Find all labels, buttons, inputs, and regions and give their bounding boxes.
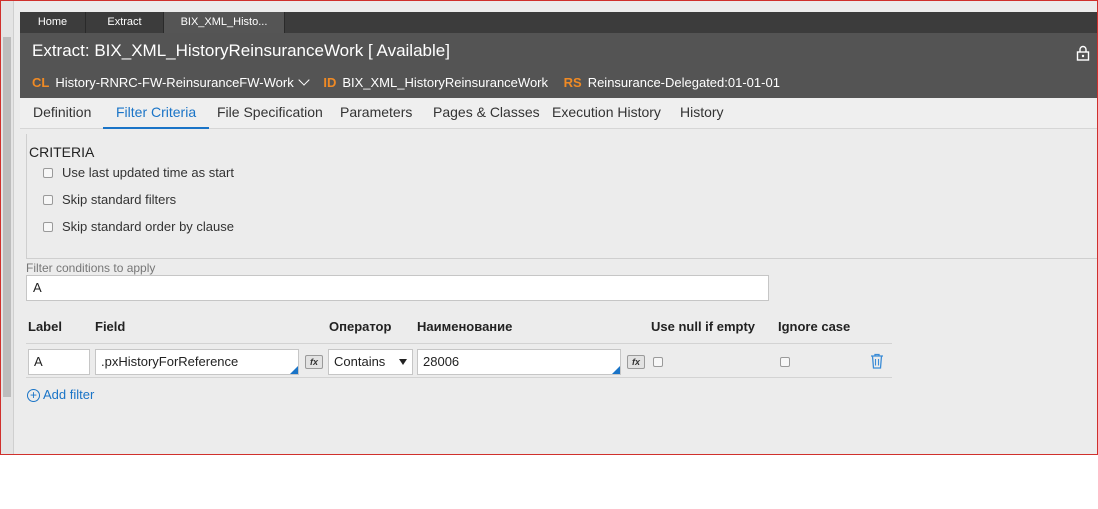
autocomplete-corner-icon: [612, 366, 620, 374]
scrollbar-thumb[interactable]: [3, 37, 11, 397]
class-value: History-RNRC-FW-ReinsuranceFW-Work: [55, 75, 294, 90]
chevron-down-icon[interactable]: [298, 74, 310, 86]
vertical-scrollbar[interactable]: [1, 1, 14, 454]
tab-history[interactable]: History: [680, 98, 724, 129]
id-key: ID: [323, 75, 337, 90]
use-null-checkbox[interactable]: [653, 357, 663, 367]
table-row: A .pxHistoryForReference fx Contains 280…: [26, 343, 892, 378]
column-header-operator: Оператор: [329, 319, 392, 334]
ruleset-group: RS Reinsurance-Delegated:01-01-01: [564, 75, 780, 90]
rule-header: Extract: BIX_XML_HistoryReinsuranceWork …: [20, 33, 1097, 98]
filter-conditions-input[interactable]: A: [26, 275, 769, 301]
row-value-input[interactable]: 28006: [417, 349, 621, 375]
ruleset-value: Reinsurance-Delegated:01-01-01: [587, 75, 780, 90]
option-label: Skip standard order by clause: [62, 219, 234, 234]
fx-icon[interactable]: fx: [627, 355, 645, 369]
window-tab-extract[interactable]: Extract: [86, 12, 164, 33]
option-skip-order-by[interactable]: Skip standard order by clause: [43, 219, 234, 234]
page-title: Extract: BIX_XML_HistoryReinsuranceWork …: [32, 41, 450, 60]
column-header-field: Field: [95, 319, 126, 334]
id-group: ID BIX_XML_HistoryReinsuranceWork: [323, 75, 548, 90]
lock-icon[interactable]: [1076, 45, 1090, 61]
rule-tabs: Definition Filter Criteria File Specific…: [20, 98, 1097, 129]
tab-definition[interactable]: Definition: [33, 98, 91, 129]
tab-pages-classes[interactable]: Pages & Classes: [433, 98, 540, 129]
row-label-input[interactable]: A: [28, 349, 90, 375]
ruleset-key: RS: [563, 75, 582, 90]
plus-circle-icon: +: [27, 389, 40, 402]
autocomplete-corner-icon: [290, 366, 298, 374]
column-header-use-null: Use null if empty: [651, 319, 756, 334]
row-operator-value: Contains: [334, 354, 386, 369]
window-tab-home[interactable]: Home: [20, 12, 86, 33]
option-label: Use last updated time as start: [62, 165, 234, 180]
add-filter-label: Add filter: [43, 387, 95, 402]
checkbox[interactable]: [43, 194, 53, 205]
window-tab-bix-xml[interactable]: BIX_XML_Histo...: [164, 12, 285, 33]
criteria-title: CRITERIA: [29, 144, 95, 160]
column-header-name: Наименование: [417, 319, 513, 334]
class-group[interactable]: CL History-RNRC-FW-ReinsuranceFW-Work: [32, 74, 310, 90]
row-field-input[interactable]: .pxHistoryForReference: [95, 349, 299, 375]
add-filter-link[interactable]: + Add filter: [27, 387, 94, 402]
checkbox[interactable]: [43, 167, 53, 178]
option-label: Skip standard filters: [62, 192, 177, 207]
id-value: BIX_XML_HistoryReinsuranceWork: [342, 75, 548, 90]
class-key: CL: [32, 75, 50, 90]
tab-parameters[interactable]: Parameters: [340, 98, 412, 129]
dropdown-arrow-icon: [399, 359, 407, 365]
ignore-case-checkbox[interactable]: [780, 357, 790, 367]
trash-icon[interactable]: [870, 353, 884, 369]
row-value-text: 28006: [423, 354, 460, 369]
option-skip-standard-filters[interactable]: Skip standard filters: [43, 192, 176, 207]
criteria-section: CRITERIA Use last updated time as start …: [26, 134, 1097, 259]
checkbox[interactable]: [43, 221, 53, 232]
row-operator-select[interactable]: Contains: [328, 349, 413, 375]
tab-file-specification[interactable]: File Specification: [217, 98, 323, 129]
app-frame: Home Extract BIX_XML_Histo... Extract: B…: [0, 0, 1098, 455]
tab-execution-history[interactable]: Execution History: [552, 98, 661, 129]
filter-criteria-panel: CRITERIA Use last updated time as start …: [20, 129, 1097, 454]
window-tab-bar: Home Extract BIX_XML_Histo...: [20, 12, 1097, 33]
filter-conditions-label: Filter conditions to apply: [26, 261, 156, 275]
option-use-last-updated[interactable]: Use last updated time as start: [43, 165, 234, 180]
fx-icon[interactable]: fx: [305, 355, 323, 369]
row-field-value: .pxHistoryForReference: [101, 354, 239, 369]
rule-meta: CL History-RNRC-FW-ReinsuranceFW-Work ID B…: [32, 74, 792, 90]
tab-filter-criteria[interactable]: Filter Criteria: [103, 98, 210, 129]
column-header-ignore-case: Ignore case: [778, 319, 851, 334]
column-header-label: Label: [28, 319, 62, 334]
